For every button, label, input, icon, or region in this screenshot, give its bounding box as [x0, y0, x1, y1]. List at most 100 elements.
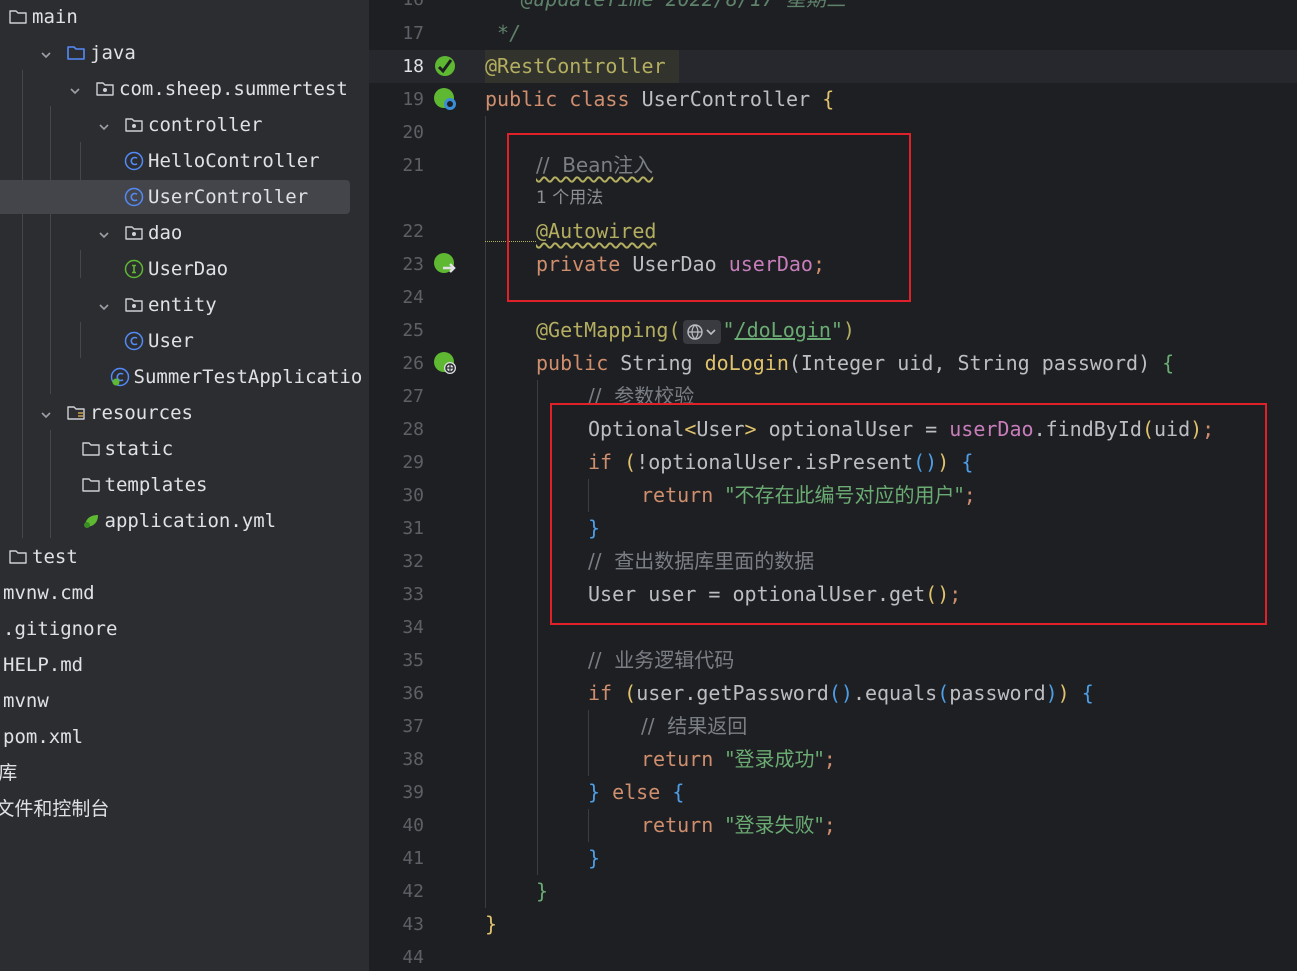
- code-line-40: return "登录失败";: [641, 813, 836, 837]
- line-number[interactable]: 31: [369, 512, 424, 545]
- tree-item-mvnw[interactable]: mvnw: [0, 684, 369, 718]
- line-number[interactable]: 43: [369, 908, 424, 941]
- getmapping-annotation[interactable]: @GetMapping(: [536, 318, 681, 342]
- line-number[interactable]: 34: [369, 611, 424, 644]
- line-number[interactable]: 28: [369, 413, 424, 446]
- spring-bean-controller-icon[interactable]: [433, 87, 457, 111]
- mapping-path[interactable]: /doLogin: [735, 318, 831, 342]
- autowired-annotation[interactable]: @Autowired: [536, 219, 656, 243]
- type-user[interactable]: User: [696, 417, 744, 441]
- line-number[interactable]: 17: [369, 17, 424, 50]
- line-number[interactable]: 18: [369, 50, 424, 83]
- chevron-down-icon[interactable]: [70, 81, 80, 95]
- indent-guide: [537, 380, 538, 875]
- arg-uid: uid: [1153, 417, 1191, 441]
- assign-user[interactable]: User user = optionalUser.get: [588, 582, 925, 606]
- line-number[interactable]: 39: [369, 776, 424, 809]
- indent-guide: [588, 809, 589, 842]
- chevron-down-icon[interactable]: [41, 405, 51, 419]
- code-line-43: }: [485, 912, 498, 936]
- tree-item-label: pom.xml: [3, 726, 84, 748]
- tree-item-usercontroller[interactable]: UserController: [0, 180, 350, 214]
- line-number[interactable]: 29: [369, 446, 424, 479]
- tree-item-label: 部库: [0, 762, 18, 784]
- tree-item-summertestapplicatio[interactable]: SummerTestApplicatio: [0, 360, 369, 394]
- line-number[interactable]: 44: [369, 941, 424, 971]
- type-userdao[interactable]: UserDao: [632, 252, 716, 276]
- tree-item-resources[interactable]: resources: [0, 396, 369, 430]
- line-number[interactable]: 26: [369, 347, 424, 380]
- tree-item-application-yml[interactable]: application.yml: [0, 504, 369, 538]
- endpoint-inlay[interactable]: [682, 319, 721, 344]
- tree-item-userdao[interactable]: UserDao: [0, 252, 369, 286]
- line-number[interactable]: 23: [369, 248, 424, 281]
- tree-item-部库[interactable]: 部库: [0, 756, 369, 790]
- indent-guide: [588, 479, 589, 512]
- spring-bean-icon[interactable]: [433, 54, 457, 78]
- line-number[interactable]: 35: [369, 644, 424, 677]
- line-number[interactable]: 33: [369, 578, 424, 611]
- line-number[interactable]: 21: [369, 149, 424, 182]
- return-type: String: [620, 351, 693, 375]
- tree-item-main[interactable]: main: [0, 0, 369, 34]
- code-line-36: if (user.getPassword().equals(password))…: [588, 681, 1094, 705]
- method-dologin[interactable]: doLogin: [705, 351, 789, 375]
- line-number[interactable]: 38: [369, 743, 424, 776]
- tree-item-test[interactable]: test: [0, 540, 369, 574]
- call-getpassword[interactable]: user.getPassword: [636, 681, 829, 705]
- type-optional[interactable]: Optional: [588, 417, 684, 441]
- line-number[interactable]: 24: [369, 281, 424, 314]
- line-number[interactable]: 42: [369, 875, 424, 908]
- tree-item-entity[interactable]: entity: [0, 288, 369, 322]
- tree-item-controller[interactable]: controller: [0, 108, 369, 142]
- line-number[interactable]: 41: [369, 842, 424, 875]
- chevron-down-icon[interactable]: [99, 225, 109, 239]
- code-line-16: * @updateTime 2022/8/17 星期三: [485, 0, 846, 16]
- kw-return: return: [641, 813, 714, 837]
- line-number[interactable]: 27: [369, 380, 424, 413]
- line-number[interactable]: 37: [369, 710, 424, 743]
- line-number[interactable]: 25: [369, 314, 424, 347]
- spring-app-icon: [110, 367, 130, 387]
- tree-item-com-sheep-summertest[interactable]: com.sheep.summertest: [0, 72, 369, 106]
- call-equals[interactable]: .equals: [853, 681, 937, 705]
- tree-item-user[interactable]: User: [0, 324, 369, 358]
- line-number[interactable]: 40: [369, 809, 424, 842]
- tree-item--gitignore[interactable]: .gitignore: [0, 612, 369, 646]
- field-userdao[interactable]: userDao: [729, 252, 813, 276]
- tree-item-java[interactable]: java: [0, 36, 369, 70]
- call-findbyid[interactable]: .findById: [1034, 417, 1142, 441]
- line-number[interactable]: 30: [369, 479, 424, 512]
- web-endpoint-icon[interactable]: [433, 351, 457, 375]
- doc-comment-end: */: [485, 21, 522, 45]
- tree-item-时文件和控制台[interactable]: 时文件和控制台: [0, 792, 369, 826]
- result-return-comment: // 结果返回: [641, 714, 748, 738]
- line-number[interactable]: 32: [369, 545, 424, 578]
- line-number[interactable]: 20: [369, 116, 424, 149]
- tree-item-dao[interactable]: dao: [0, 216, 369, 250]
- code-editor[interactable]: 161718192021 2223242526272829303132333435…: [369, 0, 1297, 971]
- line-number[interactable]: 19: [369, 83, 424, 116]
- tree-item-static[interactable]: static: [0, 432, 369, 466]
- chevron-down-icon[interactable]: [41, 45, 51, 59]
- var-optionaluser[interactable]: optionalUser: [769, 417, 914, 441]
- chevron-down-icon[interactable]: [99, 117, 109, 131]
- rest-controller-annotation[interactable]: @RestController: [485, 54, 666, 78]
- tree-item-templates[interactable]: templates: [0, 468, 369, 502]
- class-name[interactable]: UserController: [642, 87, 811, 111]
- tree-item-help-md[interactable]: HELP.md: [0, 648, 369, 682]
- line-number[interactable]: 16: [369, 0, 424, 16]
- code-line-25: @GetMapping("/doLogin"): [536, 318, 855, 344]
- tree-item-pom-xml[interactable]: pom.xml: [0, 720, 369, 754]
- folder-icon: [81, 475, 101, 495]
- chevron-down-icon[interactable]: [99, 297, 109, 311]
- code-line-23: private UserDao userDao;: [536, 252, 826, 276]
- line-number[interactable]: 36: [369, 677, 424, 710]
- field-ref-userdao[interactable]: userDao: [949, 417, 1033, 441]
- navigate-to-bean-icon[interactable]: [433, 252, 457, 276]
- condition[interactable]: !optionalUser.isPresent: [636, 450, 913, 474]
- tree-item-mvnw-cmd[interactable]: mvnw.cmd: [0, 576, 369, 610]
- usage-hint[interactable]: 1 个用法: [536, 182, 603, 215]
- line-number[interactable]: 22: [369, 215, 424, 248]
- tree-item-hellocontroller[interactable]: HelloController: [0, 144, 369, 178]
